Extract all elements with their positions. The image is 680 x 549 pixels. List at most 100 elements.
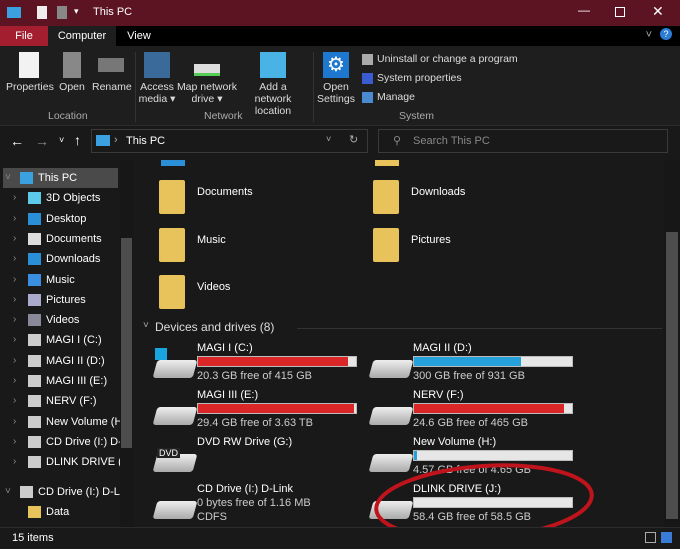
chevron-right-icon[interactable]: › bbox=[13, 452, 16, 472]
folder-icon bbox=[373, 228, 399, 262]
chevron-right-icon[interactable]: › bbox=[13, 330, 16, 350]
chevron-right-icon[interactable]: › bbox=[13, 371, 16, 391]
uninstall-program-button[interactable]: Uninstall or change a program bbox=[362, 53, 518, 65]
drive-item[interactable]: NERV (F:) 24.6 GB free of 465 GB bbox=[353, 389, 573, 435]
sidebar-item[interactable]: › New Volume (H: bbox=[0, 412, 120, 432]
manage-button[interactable]: Manage bbox=[362, 91, 415, 103]
chevron-right-icon[interactable]: › bbox=[13, 249, 16, 269]
sidebar-item[interactable]: › DLINK DRIVE (J:) bbox=[0, 452, 120, 472]
sidebar-item[interactable]: ˅ CD Drive (I:) D-Lin bbox=[0, 482, 120, 502]
drive-usage-bar bbox=[413, 356, 573, 367]
drive-filesystem: CDFS bbox=[197, 511, 227, 523]
ribbon-collapse-icon[interactable]: ˅ bbox=[646, 29, 652, 41]
maximize-button[interactable] bbox=[615, 7, 625, 17]
search-input[interactable]: Search This PC bbox=[413, 135, 490, 147]
sidebar-item[interactable]: › MAGI III (E:) bbox=[0, 371, 120, 391]
sidebar-item[interactable]: › Desktop bbox=[0, 209, 120, 229]
details-view-button[interactable] bbox=[645, 532, 656, 543]
sidebar-scroll-thumb[interactable] bbox=[121, 238, 132, 448]
address-bar[interactable]: › This PC ˅ ↻ bbox=[91, 129, 368, 153]
recent-locations-button[interactable]: ˅ bbox=[59, 135, 64, 145]
hard-drive-icon bbox=[152, 360, 198, 378]
system-properties-button[interactable]: System properties bbox=[362, 72, 462, 84]
sidebar-item[interactable]: › Music bbox=[0, 270, 120, 290]
sidebar-item[interactable]: › Downloads bbox=[0, 249, 120, 269]
tab-file[interactable]: File bbox=[0, 26, 48, 46]
folder-item[interactable]: Downloads bbox=[351, 176, 551, 220]
sidebar-item[interactable]: › Documents bbox=[0, 229, 120, 249]
refresh-icon[interactable]: ↻ bbox=[349, 133, 358, 146]
open-button[interactable]: Open bbox=[57, 52, 87, 93]
chevron-right-icon[interactable]: › bbox=[13, 188, 16, 208]
collapse-group-icon[interactable]: ˅ bbox=[143, 320, 149, 331]
map-network-drive-button[interactable]: Map network drive ▾ bbox=[176, 52, 238, 105]
content-scroll-thumb[interactable] bbox=[666, 232, 678, 519]
new-folder-quick-icon[interactable] bbox=[57, 6, 67, 19]
drive-item[interactable]: MAGI II (D:) 300 GB free of 931 GB bbox=[353, 342, 573, 388]
customize-toolbar-icon[interactable]: ▾ bbox=[74, 6, 79, 17]
folder-item[interactable]: Music bbox=[137, 224, 337, 268]
sidebar-item-label: Downloads bbox=[46, 253, 101, 266]
properties-quick-icon[interactable] bbox=[37, 6, 47, 19]
folder-label: Downloads bbox=[411, 186, 466, 198]
properties-button[interactable]: Properties bbox=[6, 52, 54, 93]
rename-button[interactable]: Rename bbox=[92, 52, 132, 93]
address-dropdown-icon[interactable]: ˅ bbox=[326, 134, 331, 144]
sidebar-item-icon bbox=[28, 273, 41, 286]
sidebar-item[interactable]: › MAGI I (C:) bbox=[0, 330, 120, 350]
chevron-right-icon[interactable]: › bbox=[13, 351, 16, 371]
tab-computer[interactable]: Computer bbox=[48, 26, 116, 46]
breadcrumb-this-pc[interactable]: This PC bbox=[126, 135, 165, 147]
drive-item[interactable]: DVD DVD RW Drive (G:) bbox=[137, 436, 357, 482]
drive-name: MAGI I (C:) bbox=[197, 342, 253, 354]
open-settings-button[interactable]: ⚙ Open Settings bbox=[316, 52, 356, 105]
chevron-right-icon[interactable]: › bbox=[13, 391, 16, 411]
close-button[interactable]: ✕ bbox=[652, 3, 664, 20]
access-media-button[interactable]: Access media ▾ bbox=[138, 52, 176, 105]
item-count: 15 items bbox=[12, 532, 54, 544]
sidebar-item[interactable]: Data bbox=[0, 502, 120, 522]
devices-header[interactable]: Devices and drives (8) bbox=[155, 320, 274, 334]
sidebar-item[interactable]: › MAGI II (D:) bbox=[0, 351, 120, 371]
chevron-right-icon[interactable]: › bbox=[13, 270, 16, 290]
add-network-location-button[interactable]: Add a network location bbox=[240, 52, 306, 117]
large-icons-view-button[interactable] bbox=[661, 532, 672, 543]
up-button[interactable]: ↑ bbox=[74, 132, 81, 148]
drive-item[interactable]: MAGI I (C:) 20.3 GB free of 415 GB bbox=[137, 342, 357, 388]
chevron-right-icon[interactable]: › bbox=[13, 432, 16, 452]
forward-button[interactable]: → bbox=[35, 133, 49, 149]
chevron-down-icon[interactable]: ˅ bbox=[5, 482, 11, 502]
back-button[interactable]: ← bbox=[10, 133, 24, 149]
help-icon[interactable]: ? bbox=[660, 28, 672, 40]
sidebar-item[interactable]: › NERV (F:) bbox=[0, 391, 120, 411]
sidebar-item[interactable]: ˅ This PC bbox=[0, 168, 120, 188]
folder-item[interactable]: Documents bbox=[137, 176, 337, 220]
sidebar-item[interactable]: › CD Drive (I:) D-L bbox=[0, 432, 120, 452]
minimize-button[interactable]: — bbox=[578, 3, 590, 17]
content-scrollbar[interactable] bbox=[664, 160, 680, 527]
folder-item[interactable]: Videos bbox=[137, 271, 337, 315]
sidebar-item-label: Documents bbox=[46, 232, 102, 245]
chevron-right-icon[interactable]: › bbox=[13, 412, 16, 432]
folder-label: Videos bbox=[197, 281, 231, 293]
sidebar-item[interactable]: › Videos bbox=[0, 310, 120, 330]
manage-icon bbox=[362, 91, 373, 103]
folder-icon bbox=[159, 180, 185, 214]
drive-item[interactable]: CD Drive (I:) D-Link 0 bytes free of 1.16… bbox=[137, 483, 357, 529]
folder-item[interactable]: Pictures bbox=[351, 224, 551, 268]
chevron-right-icon[interactable]: › bbox=[13, 209, 16, 229]
chevron-right-icon[interactable]: › bbox=[13, 290, 16, 310]
chevron-right-icon[interactable]: › bbox=[13, 229, 16, 249]
search-icon: ⚲ bbox=[393, 135, 402, 147]
sidebar-item-icon bbox=[28, 435, 41, 448]
sidebar-item[interactable]: › 3D Objects bbox=[0, 188, 120, 208]
sidebar-scrollbar[interactable] bbox=[120, 160, 133, 527]
sidebar-item[interactable]: › Pictures bbox=[0, 290, 120, 310]
search-box[interactable]: ⚲ Search This PC bbox=[378, 129, 668, 153]
group-network-label: Network bbox=[204, 110, 243, 122]
chevron-right-icon[interactable]: › bbox=[13, 310, 16, 330]
drive-item[interactable]: MAGI III (E:) 29.4 GB free of 3.63 TB bbox=[137, 389, 357, 435]
chevron-down-icon[interactable]: ˅ bbox=[5, 168, 11, 188]
tab-view[interactable]: View bbox=[116, 26, 162, 46]
sidebar-item-label: Pictures bbox=[46, 293, 86, 306]
